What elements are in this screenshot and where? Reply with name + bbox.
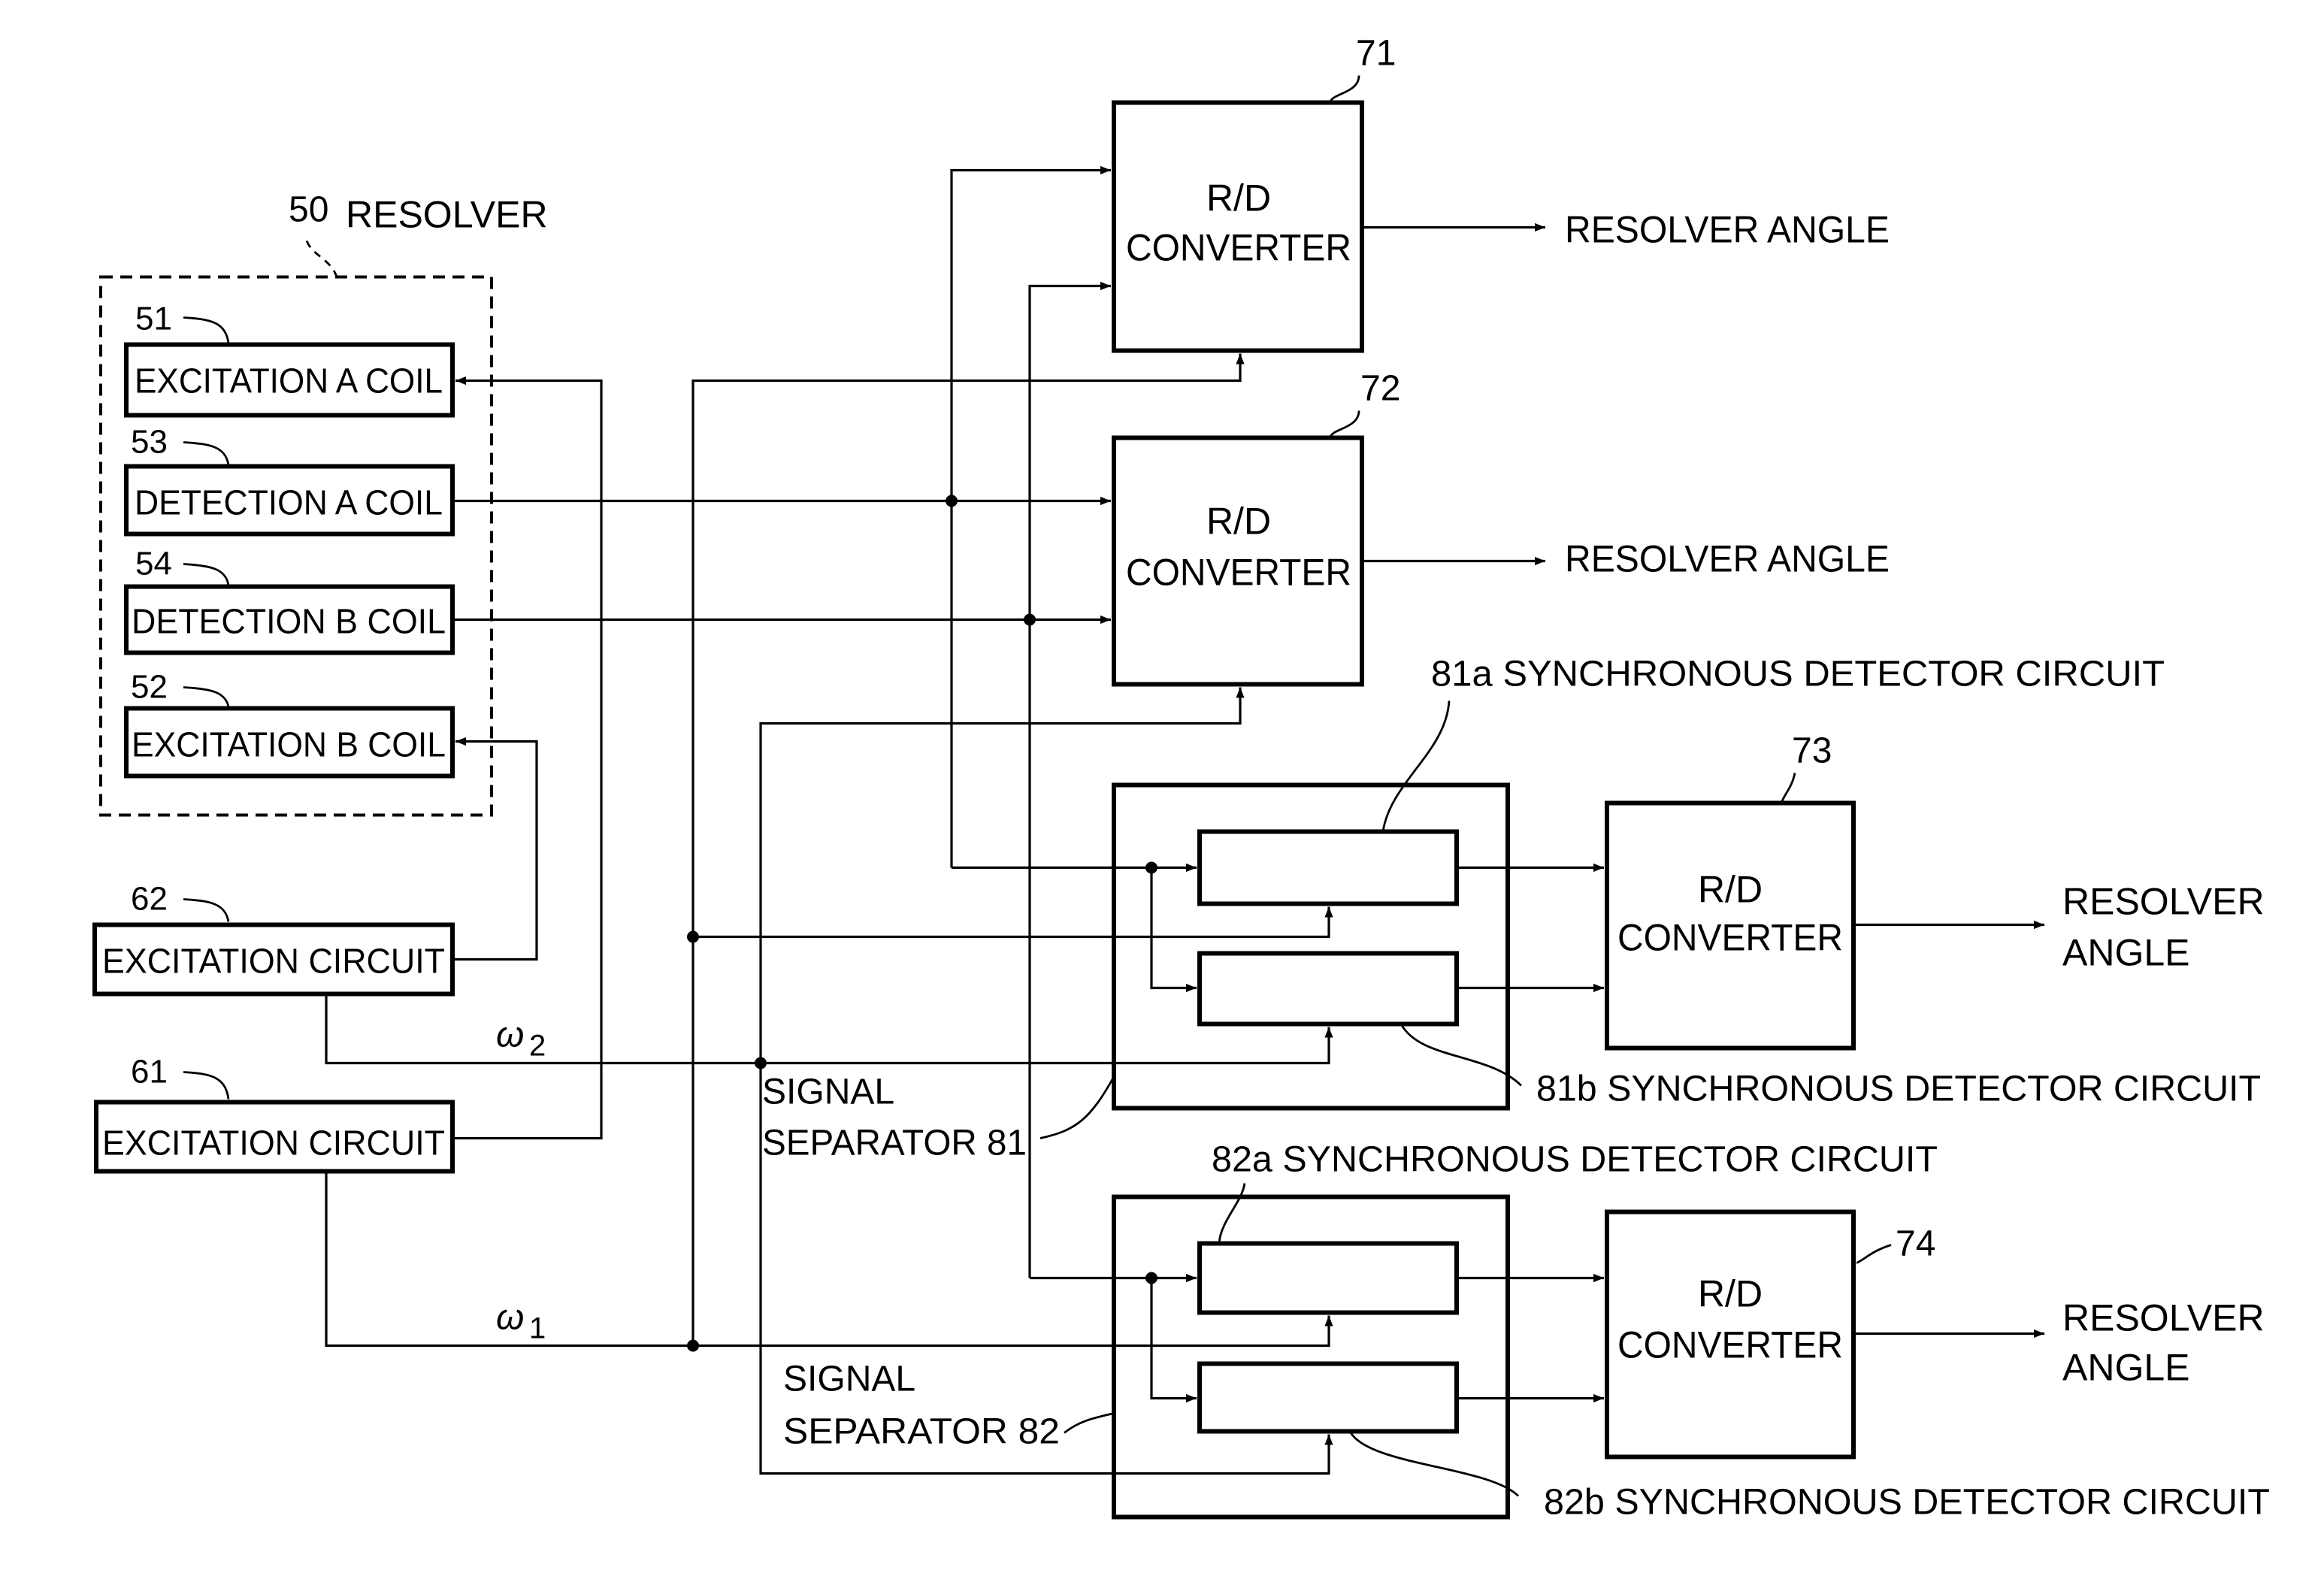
detection-b-coil: 54 DETECTION B COIL — [124, 546, 455, 655]
omega2-subscript: 2 — [529, 1030, 546, 1063]
circuit-leader — [183, 1071, 230, 1100]
converter-output-label: RESOLVER ANGLE — [1565, 209, 1890, 251]
converter-ref: 74 — [1896, 1224, 1935, 1264]
converter-leader — [1329, 410, 1360, 438]
converter-output-label-1: RESOLVER — [2062, 881, 2265, 923]
circuit-label: EXCITATION CIRCUIT — [102, 1124, 445, 1163]
converter-output-label-2: ANGLE — [2062, 1347, 2190, 1389]
converter-line1: R/D — [1698, 869, 1763, 911]
detection-a-coil: 53 DETECTION A COIL — [124, 424, 455, 537]
separator-label-1: SIGNAL — [762, 1072, 894, 1112]
circuit-ref: 61 — [131, 1054, 168, 1091]
converter-line2: CONVERTER — [1617, 917, 1843, 959]
converter-output-label-1: RESOLVER — [2062, 1297, 2265, 1339]
rd-converter-74: 74 R/D CONVERTER RESOLVER ANGLE — [1605, 1209, 2265, 1460]
coil-leader — [183, 441, 230, 465]
coil-leader — [183, 686, 230, 707]
coil-ref-53: 53 — [131, 424, 168, 461]
detector-81b-label: 81b SYNCHRONOUS DETECTOR CIRCUIT — [1536, 1069, 2261, 1109]
separator-label-2: SEPARATOR 82 — [783, 1412, 1060, 1452]
converter-line1: R/D — [1206, 177, 1271, 219]
coil-ref-51: 51 — [135, 301, 172, 337]
rd-converter-71: 71 R/D CONVERTER RESOLVER ANGLE — [1112, 34, 1890, 353]
junction-dot — [1024, 613, 1036, 626]
junction-dot — [1145, 1272, 1157, 1284]
signal-separator-82: SIGNAL SEPARATOR 82 — [783, 1194, 1510, 1520]
converter-line2: CONVERTER — [1126, 552, 1351, 594]
coil-ref-54: 54 — [135, 546, 172, 582]
rd-converter-72: 72 R/D CONVERTER RESOLVER ANGLE — [1112, 369, 1890, 687]
sync-detector-82b — [1197, 1361, 1459, 1434]
circuit-ref: 62 — [131, 881, 168, 918]
separator-label-2: SEPARATOR 81 — [762, 1124, 1027, 1163]
sync-detector-81b — [1197, 951, 1459, 1027]
omega1-subscript: 1 — [529, 1312, 546, 1345]
converter-line1: R/D — [1698, 1273, 1763, 1315]
wire-exc61-to-coilA — [452, 376, 603, 1140]
detector-82a-label: 82a SYNCHRONOUS DETECTOR CIRCUIT — [1212, 1140, 1938, 1180]
sync-detector-82a — [1197, 1241, 1459, 1315]
detector-81a-label: 81a SYNCHRONOUS DETECTOR CIRCUIT — [1431, 655, 2165, 694]
converter-ref: 73 — [1792, 731, 1832, 771]
circuit-label: EXCITATION CIRCUIT — [102, 942, 445, 981]
converter-line2: CONVERTER — [1617, 1324, 1843, 1366]
converter-output-label: RESOLVER ANGLE — [1565, 538, 1890, 580]
separator-leader — [1064, 1412, 1115, 1434]
coil-ref-52: 52 — [131, 669, 168, 706]
coil-label: EXCITATION B COIL — [132, 725, 446, 764]
converter-ref: 72 — [1360, 369, 1400, 409]
junction-dot — [687, 1339, 699, 1352]
coil-label: EXCITATION A COIL — [135, 361, 443, 401]
converter-leader — [1329, 75, 1360, 103]
converter-ref: 71 — [1356, 34, 1396, 74]
junction-dot — [755, 1057, 767, 1069]
converter-output-label-2: ANGLE — [2062, 932, 2190, 974]
resolver-leader — [305, 240, 338, 277]
junction-dot — [687, 930, 699, 943]
excitation-circuit-61: 61 EXCITATION CIRCUIT ω 1 — [94, 1054, 546, 1345]
wire-detA-to-71 — [950, 165, 1111, 868]
detector-82b-label: 82b SYNCHRONOUS DETECTOR CIRCUIT — [1544, 1483, 2270, 1523]
converter-line1: R/D — [1206, 501, 1271, 543]
junction-dot — [1145, 861, 1157, 874]
excitation-circuit-62: 62 EXCITATION CIRCUIT ω 2 — [92, 881, 546, 1063]
coil-label: DETECTION B COIL — [132, 602, 446, 641]
coil-leader — [183, 316, 230, 343]
wire-exc62-to-coilB — [452, 737, 538, 961]
resolver-group: 50 RESOLVER 51 EXCITATION A COIL 53 DETE… — [99, 190, 548, 817]
rd-converter-73: 73 R/D CONVERTER RESOLVER ANGLE — [1605, 731, 2265, 1051]
excitation-b-coil: 52 EXCITATION B COIL — [124, 669, 455, 779]
junction-dot — [946, 495, 958, 507]
omega1-symbol: ω — [496, 1298, 524, 1338]
separator-label-1: SIGNAL — [783, 1360, 915, 1399]
signal-separator-81: SIGNAL SEPARATOR 81 — [762, 782, 1510, 1163]
coil-leader — [183, 563, 230, 585]
block-diagram: 50 RESOLVER 51 EXCITATION A COIL 53 DETE… — [92, 34, 2270, 1523]
resolver-label: RESOLVER — [346, 194, 548, 236]
converter-leader — [1856, 1244, 1892, 1264]
sync-detector-81a — [1197, 829, 1459, 906]
converter-leader — [1780, 773, 1796, 803]
resolver-ref: 50 — [289, 190, 328, 230]
excitation-a-coil: 51 EXCITATION A COIL — [124, 301, 455, 418]
separator-leader — [1039, 1075, 1115, 1139]
converter-line2: CONVERTER — [1126, 227, 1351, 269]
circuit-leader — [183, 898, 230, 922]
omega2-symbol: ω — [496, 1015, 524, 1055]
coil-label: DETECTION A COIL — [135, 483, 443, 522]
